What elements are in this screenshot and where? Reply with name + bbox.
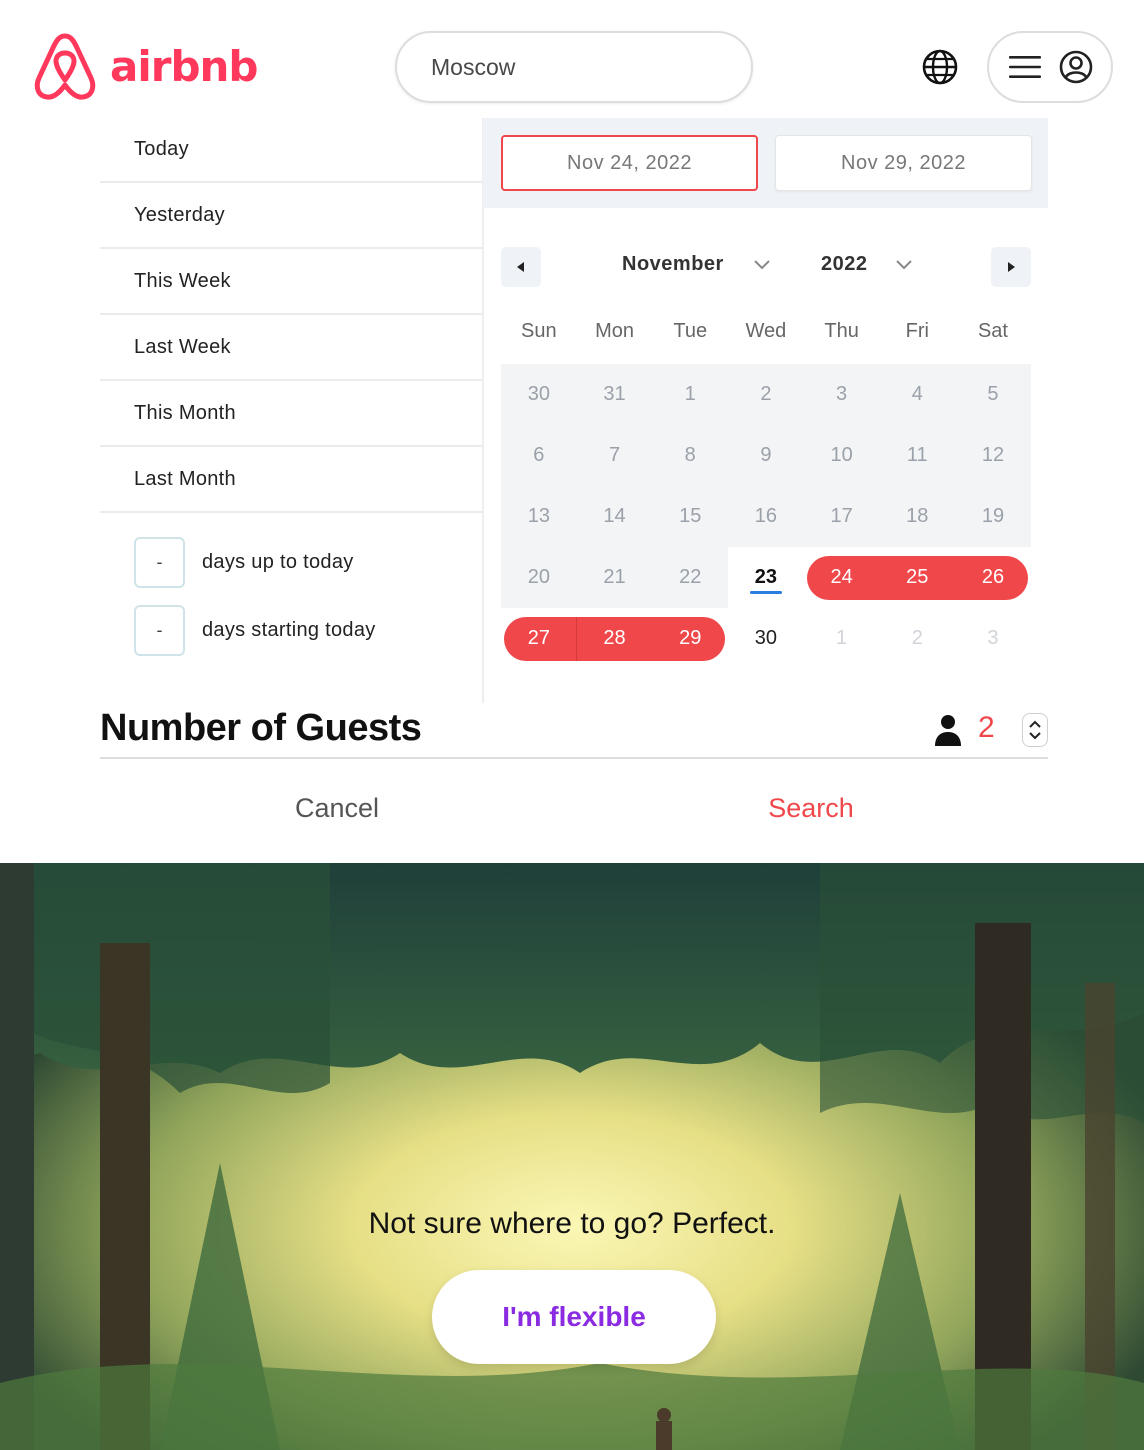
weekday-label: Wed [745, 320, 787, 342]
calendar-day: 4 [879, 364, 956, 425]
guests-row: Number of Guests 2 [100, 704, 1048, 759]
user-avatar-icon [1059, 50, 1093, 84]
calendar-day: 30 [501, 364, 577, 425]
calendar-day: 11 [879, 425, 956, 486]
calendar-day: 19 [955, 486, 1031, 547]
calendar-day: 31 [576, 364, 653, 425]
calendar-day: 17 [803, 486, 880, 547]
calendar-day-next-month: 2 [911, 627, 923, 649]
weekday-header: Sun Mon Tue Wed Thu Fri Sat [501, 320, 1031, 343]
calendar-day: 7 [576, 425, 653, 486]
calendar-week: 20 21 22 23 24 25 26 [501, 547, 1031, 608]
calendar-week: 6 7 8 9 10 11 12 [501, 425, 1031, 486]
weekday-label: Fri [905, 320, 929, 342]
previous-month-button[interactable] [501, 247, 541, 287]
user-menu-button[interactable] [987, 31, 1113, 103]
calendar-day-selected[interactable]: 25 [879, 547, 955, 608]
month-select-value: November [622, 253, 724, 275]
calendar-day: 2 [728, 364, 804, 425]
calendar-day: 21 [576, 547, 653, 608]
start-date-input[interactable]: Nov 24, 2022 [501, 135, 758, 191]
calendar-day: 1 [652, 364, 729, 425]
top-header: airbnb Moscow [0, 0, 1144, 118]
weekday-label: Thu [824, 320, 859, 342]
calendar-day: 8 [652, 425, 729, 486]
hero-tagline: Not sure where to go? Perfect. [368, 1207, 776, 1240]
calendar-day: 20 [501, 547, 577, 608]
calendar-day: 9 [728, 425, 804, 486]
calendar-day: 14 [576, 486, 653, 547]
calendar-day-next-month: 3 [987, 627, 999, 649]
hero-banner: Not sure where to go? Perfect. I'm flexi… [0, 863, 1144, 1450]
calendar-day: 6 [501, 425, 577, 486]
weekday-label: Mon [595, 320, 634, 342]
preset-this-month[interactable]: This Month [100, 381, 483, 447]
caret-left-icon [517, 262, 524, 272]
year-select-value: 2022 [821, 253, 868, 275]
weekday-label: Sat [977, 320, 1008, 342]
calendar-day-selected[interactable]: 26 [955, 547, 1031, 608]
end-date-input[interactable]: Nov 29, 2022 [775, 135, 1032, 191]
calendar-day: 3 [803, 364, 880, 425]
calendar-day: 13 [501, 486, 577, 547]
airbnb-logo[interactable]: airbnb [32, 30, 258, 102]
guest-count-stepper[interactable] [1022, 713, 1048, 747]
preset-last-week[interactable]: Last Week [100, 315, 483, 381]
calendar-day-selected[interactable]: 28 [577, 608, 653, 669]
days-up-to-today-label: days up to today [202, 550, 354, 573]
cancel-button[interactable]: Cancel [100, 778, 574, 838]
calendar-day: 22 [652, 547, 729, 608]
calendar-day: 18 [879, 486, 956, 547]
calendar-day: 5 [955, 364, 1031, 425]
calendar-day: 12 [955, 425, 1031, 486]
preset-last-month[interactable]: Last Month [100, 447, 483, 513]
date-preset-list: Today Yesterday This Week Last Week This… [100, 117, 483, 656]
days-starting-today-input[interactable]: - [134, 604, 185, 656]
location-search-input[interactable]: Moscow [395, 31, 753, 103]
calendar-grid: 30 31 1 2 3 4 5 6 7 8 9 10 11 12 13 14 1… [501, 364, 1031, 669]
weekday-label: Sun [521, 320, 557, 342]
calendar-day-next-month: 1 [836, 627, 848, 649]
calendar-week: 30 31 1 2 3 4 5 [501, 364, 1031, 425]
days-starting-today-label: days starting today [202, 618, 376, 641]
weekday-label: Tue [673, 320, 708, 342]
im-flexible-button[interactable]: I'm flexible [432, 1270, 716, 1364]
calendar-day-selected[interactable]: 27 [501, 608, 577, 669]
guests-title: Number of Guests [100, 707, 422, 749]
calendar-week: 27 28 29 30 1 2 3 [501, 608, 1031, 669]
chevron-up-icon[interactable] [1029, 720, 1041, 728]
month-select[interactable]: November [622, 253, 770, 276]
search-value: Moscow [431, 53, 516, 80]
globe-icon[interactable] [921, 48, 959, 86]
calendar-day: 10 [803, 425, 880, 486]
preset-yesterday[interactable]: Yesterday [100, 183, 483, 249]
calendar-day: 15 [652, 486, 729, 547]
hamburger-menu-icon [1009, 56, 1041, 78]
days-up-to-today-row: - days up to today [134, 536, 483, 588]
search-button[interactable]: Search [574, 778, 1048, 838]
preset-this-week[interactable]: This Week [100, 249, 483, 315]
days-up-to-today-input[interactable]: - [134, 536, 185, 588]
caret-right-icon [1008, 262, 1015, 272]
next-month-button[interactable] [991, 247, 1031, 287]
days-starting-today-row: - days starting today [134, 604, 483, 656]
preset-today[interactable]: Today [100, 117, 483, 183]
guest-count: 2 [978, 711, 995, 744]
date-range-inputs: Nov 24, 2022 Nov 29, 2022 [483, 118, 1048, 208]
brand-name: airbnb [110, 41, 258, 91]
calendar-week: 13 14 15 16 17 18 19 [501, 486, 1031, 547]
calendar-day: 16 [728, 486, 804, 547]
airbnb-logo-icon [34, 33, 96, 100]
calendar-day-selected[interactable]: 29 [652, 608, 728, 669]
action-buttons: Cancel Search [100, 778, 1048, 838]
person-icon [935, 715, 961, 746]
calendar-navigation: November 2022 [501, 247, 1031, 287]
year-select[interactable]: 2022 [821, 253, 912, 276]
chevron-down-icon [754, 259, 770, 269]
calendar-day[interactable]: 30 [728, 608, 804, 669]
calendar-day-selected[interactable]: 24 [804, 547, 880, 608]
chevron-down-icon [895, 259, 912, 269]
chevron-down-icon[interactable] [1029, 732, 1041, 740]
calendar-day-today[interactable]: 23 [728, 547, 804, 608]
